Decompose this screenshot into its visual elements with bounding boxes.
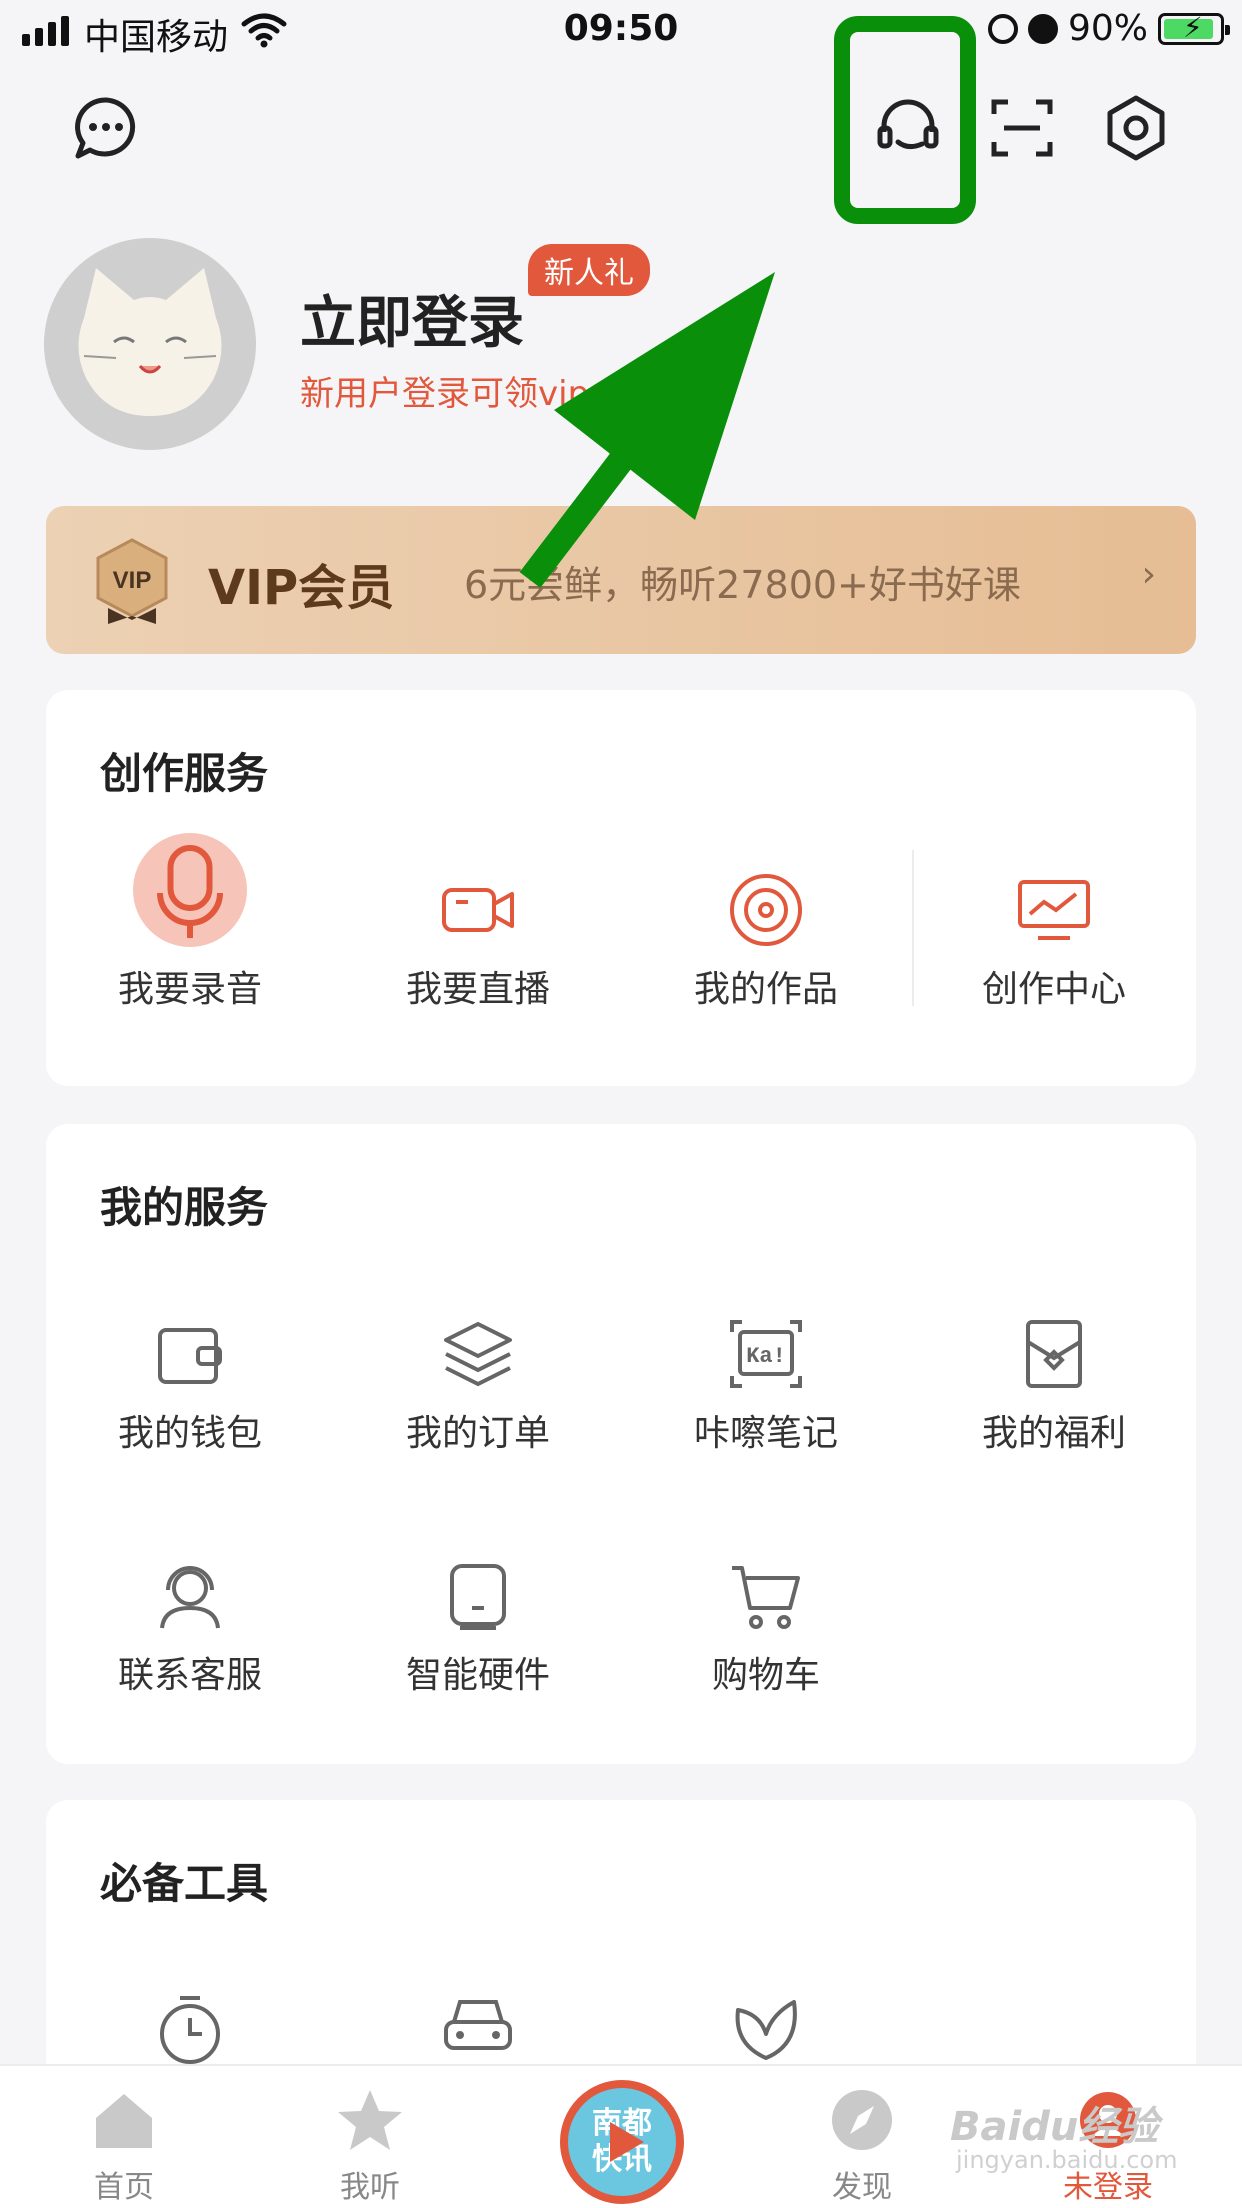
cart-button[interactable]: 购物车 (622, 1556, 910, 1698)
battery-icon: ⚡ (1158, 12, 1230, 45)
alarm-icon (1027, 13, 1058, 44)
vip-title: VIP会员 (208, 560, 395, 616)
orders-button[interactable]: 我的订单 (334, 1314, 622, 1456)
timer-icon (160, 1996, 220, 2064)
contact-support-label: 联系客服 (117, 1655, 262, 1696)
car-icon (444, 2000, 512, 2050)
gift-envelope-icon (1026, 1320, 1082, 1388)
ka-notes-button[interactable]: Ka! 咔嚓笔记 (622, 1314, 910, 1456)
home-icon (96, 2094, 152, 2148)
tab-home-label: 首页 (94, 2170, 154, 2205)
login-title[interactable]: 立即登录 (300, 278, 524, 359)
tools-card: 必备工具 (46, 1800, 1196, 2100)
watermark-sub: jingyan.baidu.com (956, 2146, 1178, 2174)
tab-listen-label: 我听 (340, 2170, 400, 2205)
play-icon (610, 2122, 644, 2162)
creation-center-label: 创作中心 (981, 969, 1126, 1010)
cart-icon (732, 1566, 800, 1629)
vip-badge-text: VIP (113, 567, 152, 594)
orders-label: 我的订单 (405, 1413, 550, 1454)
scan-icon[interactable] (986, 92, 1058, 164)
rotation-lock-icon (987, 13, 1018, 44)
contact-support-button[interactable]: 联系客服 (46, 1556, 334, 1698)
watermark: Baidu经验 (950, 2104, 1159, 2150)
cart-label: 购物车 (711, 1655, 820, 1696)
leaf-button[interactable] (622, 1988, 910, 2068)
tab-listen[interactable]: 我听 (290, 2084, 450, 2206)
my-services-card: 我的服务 我的钱包 我的订单 Ka! 咔嚓笔记 我的福利 联系客服 智能硬件 购… (46, 1124, 1196, 1764)
monitor-chart-icon (1018, 880, 1090, 940)
record-audio-button[interactable]: 我要录音 (46, 833, 334, 1012)
creation-center-button[interactable]: 创作中心 (910, 870, 1198, 1012)
live-stream-button[interactable]: 我要直播 (334, 870, 622, 1012)
profile-page: 中国移动 09:50 90% ⚡ 立即登录 新人礼 新用户登录可领vip VIP… (0, 0, 1242, 2208)
settings-icon[interactable] (1100, 92, 1172, 164)
disc-icon (730, 874, 802, 946)
card-title: 我的服务 (100, 1183, 269, 1232)
vip-badge-icon: VIP (96, 538, 168, 624)
ka-notes-label: 咔嚓笔记 (693, 1413, 838, 1454)
highlight-box (834, 16, 976, 224)
play-center-button[interactable]: 南都 快讯 (560, 2080, 684, 2204)
status-bar: 中国移动 09:50 90% ⚡ (0, 0, 1242, 62)
smart-hardware-label: 智能硬件 (405, 1655, 550, 1696)
card-title: 必备工具 (100, 1859, 269, 1908)
smart-speaker-icon (450, 1564, 506, 1630)
wallet-label: 我的钱包 (117, 1413, 262, 1454)
wallet-icon (158, 1328, 222, 1384)
battery-percent: 90% (1067, 8, 1148, 49)
layers-icon (444, 1322, 512, 1387)
arrow-icon (519, 272, 775, 588)
live-stream-label: 我要直播 (405, 969, 550, 1010)
ka-text: Ka! (746, 1344, 786, 1369)
wallet-button[interactable]: 我的钱包 (46, 1314, 334, 1456)
star-icon (338, 2090, 402, 2150)
video-camera-icon (442, 888, 514, 932)
top-bar (0, 62, 1242, 192)
smart-hardware-button[interactable]: 智能硬件 (334, 1556, 622, 1698)
timer-button[interactable] (46, 1988, 334, 2068)
leaf-icon (735, 2000, 797, 2060)
record-audio-label: 我要录音 (117, 969, 262, 1010)
my-works-label: 我的作品 (693, 969, 838, 1010)
tab-home[interactable]: 首页 (44, 2084, 204, 2206)
cat-avatar-icon (78, 268, 222, 416)
my-works-button[interactable]: 我的作品 (622, 870, 910, 1012)
benefits-label: 我的福利 (981, 1413, 1126, 1454)
chevron-right-icon: › (1141, 554, 1156, 595)
creation-services-card: 创作服务 我要录音 我要直播 我的作品 创作中心 (46, 690, 1196, 1086)
card-title: 创作服务 (100, 749, 269, 798)
benefits-button[interactable]: 我的福利 (910, 1314, 1198, 1456)
support-agent-icon (160, 1566, 220, 1629)
compass-icon (832, 2090, 892, 2150)
tab-discover-label: 发现 (832, 2170, 892, 2205)
avatar[interactable] (44, 238, 256, 450)
ka-notes-icon: Ka! (730, 1320, 802, 1388)
message-icon[interactable] (70, 92, 142, 164)
tab-discover[interactable]: 发现 (782, 2084, 942, 2206)
microphone-icon (133, 833, 247, 947)
car-mode-button[interactable] (334, 1988, 622, 2068)
